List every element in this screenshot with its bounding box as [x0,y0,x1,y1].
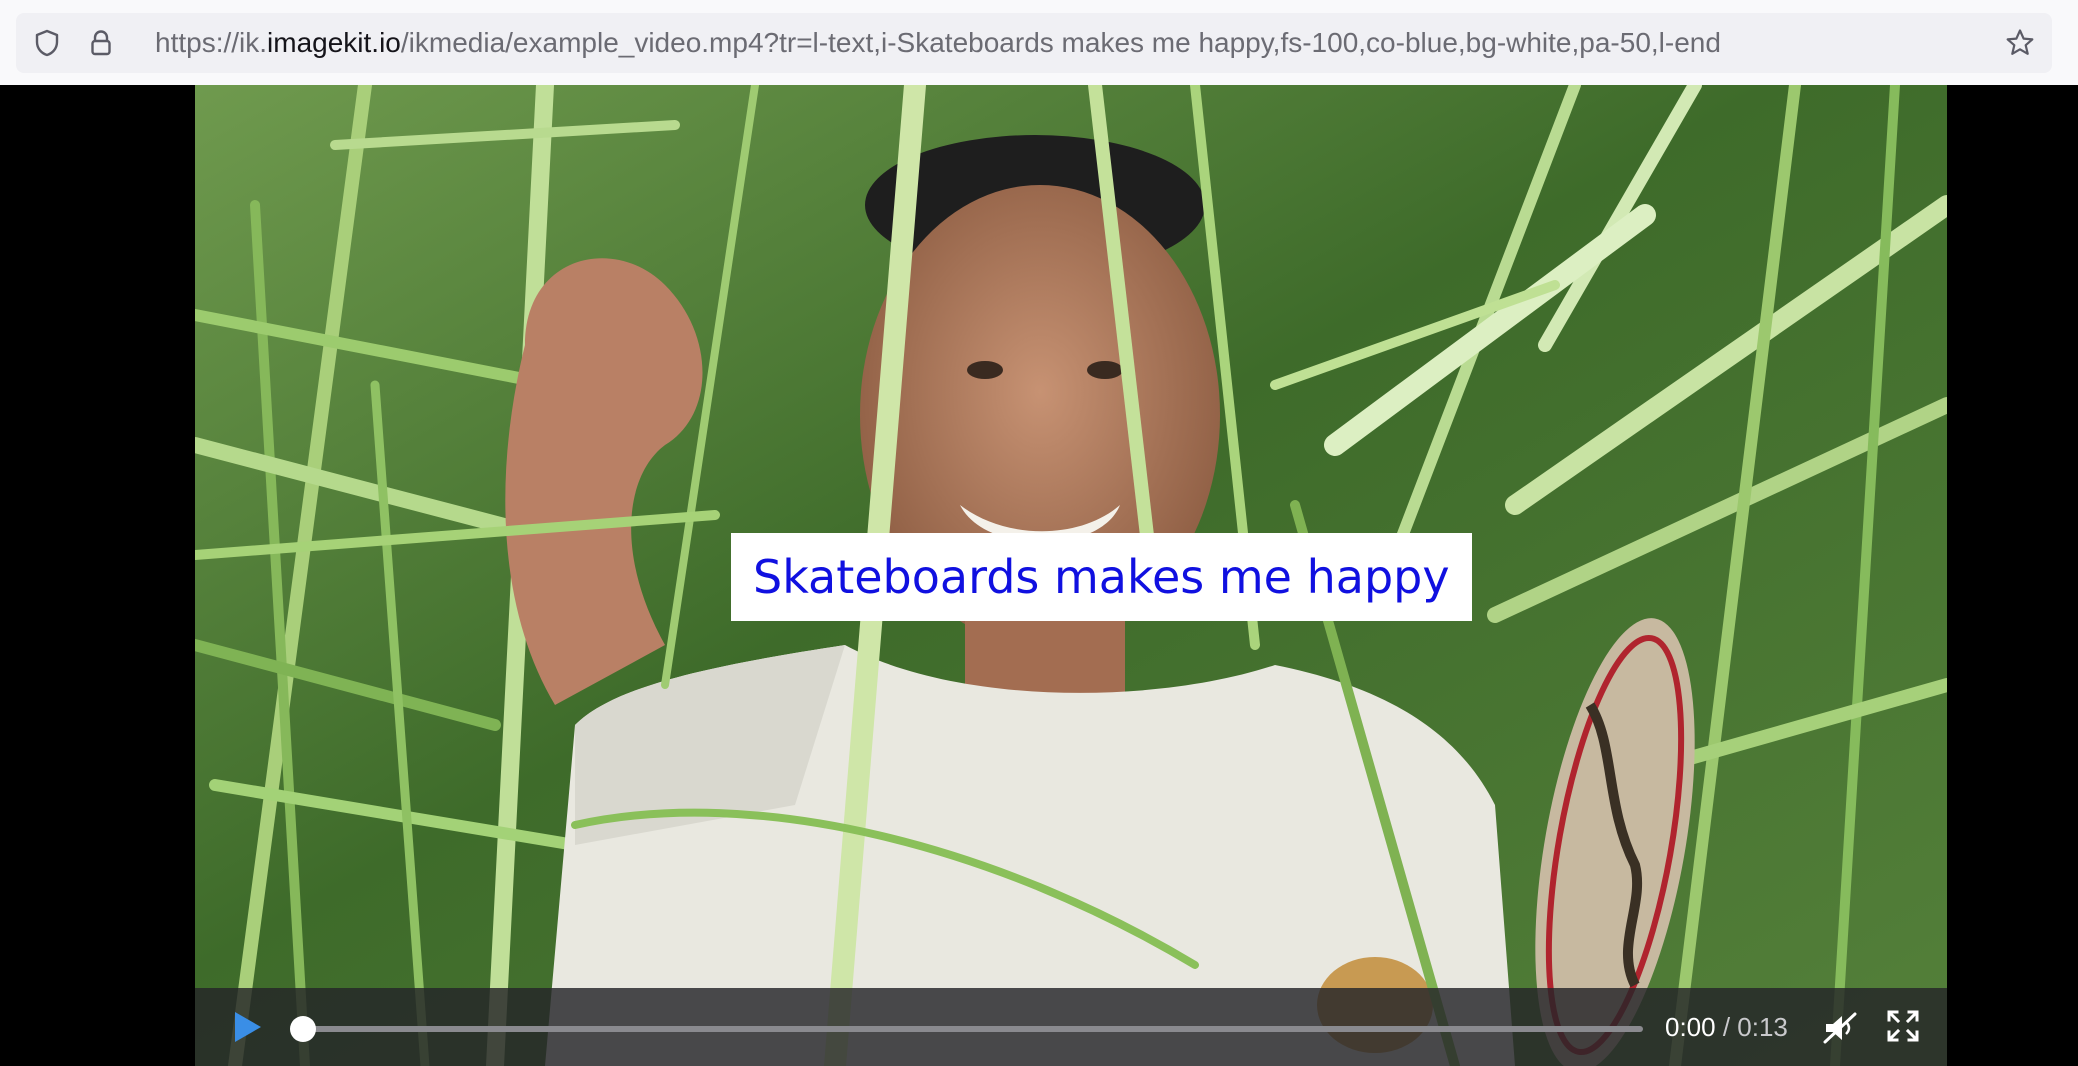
video-stage: Skateboards makes me happy 0:00 / 0:13 [0,85,2078,1066]
time-separator: / [1715,1012,1738,1042]
url-path: /ikmedia/example_video.mp4?tr=l-text,i-S… [400,27,1721,58]
address-bar[interactable]: https://ik.imagekit.io/ikmedia/example_v… [16,13,2052,73]
url-prefix: https://ik. [155,27,268,58]
video-text-overlay: Skateboards makes me happy [731,533,1472,621]
seek-bar[interactable] [303,1026,1643,1032]
play-icon[interactable] [227,1008,267,1046]
star-icon[interactable] [2004,27,2036,59]
muted-icon[interactable] [1820,1008,1860,1048]
current-time: 0:00 [1665,1012,1716,1042]
fullscreen-icon[interactable] [1885,1008,1921,1044]
url-text[interactable]: https://ik.imagekit.io/ikmedia/example_v… [155,13,1721,73]
video-controls: 0:00 / 0:13 [195,988,1947,1066]
shield-icon[interactable] [32,28,62,58]
lock-icon[interactable] [86,28,116,58]
seek-handle[interactable] [290,1016,316,1042]
duration: 0:13 [1737,1012,1788,1042]
time-display: 0:00 / 0:13 [1665,988,1788,1066]
video-player[interactable]: Skateboards makes me happy 0:00 / 0:13 [195,85,1947,1066]
url-domain: imagekit.io [267,27,401,58]
browser-toolbar: https://ik.imagekit.io/ikmedia/example_v… [0,0,2078,86]
